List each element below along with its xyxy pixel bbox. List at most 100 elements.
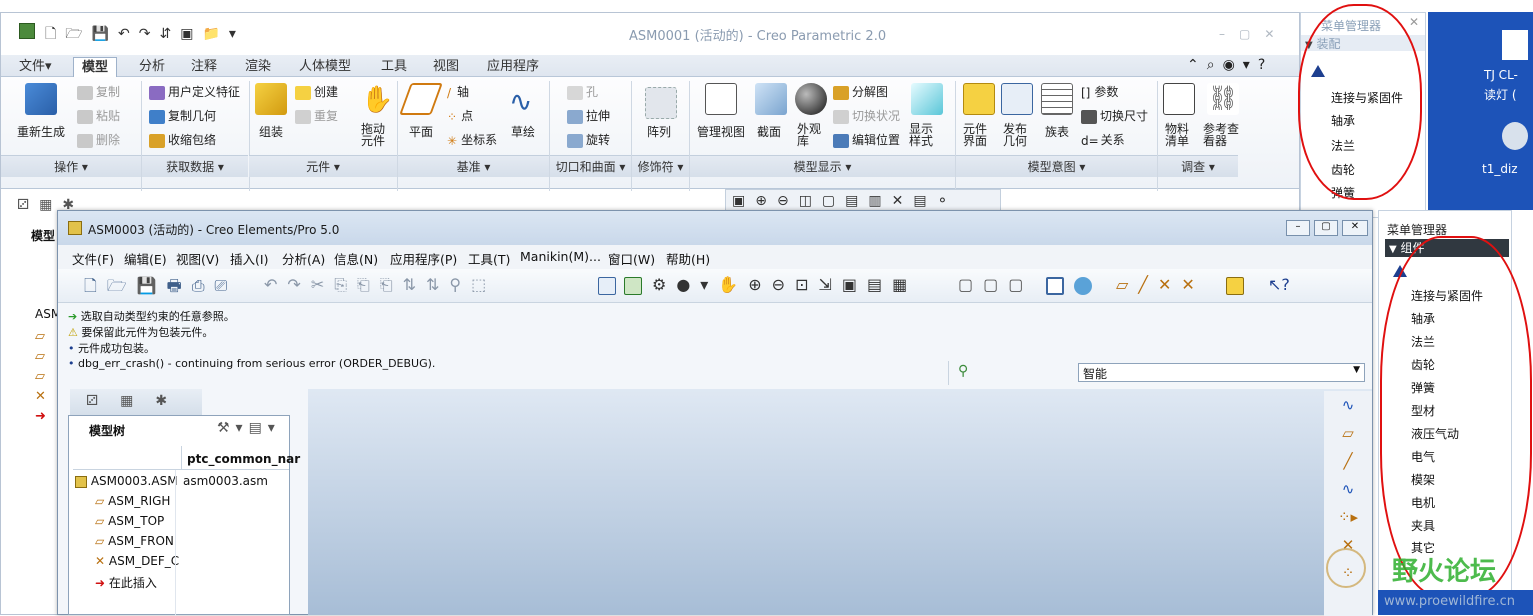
- close-icon[interactable]: ✕: [1409, 15, 1419, 29]
- drag-component-label[interactable]: 拖动元件: [361, 123, 389, 147]
- extrude-button[interactable]: 拉伸: [567, 107, 610, 124]
- component-interface-label[interactable]: 元件界面: [963, 123, 991, 147]
- group-modifiers[interactable]: 修饰符 ▾: [632, 155, 689, 177]
- graphics-area[interactable]: [308, 389, 1372, 615]
- repaint-icon[interactable]: [598, 277, 616, 295]
- point-button[interactable]: ⁘ 点: [447, 107, 473, 124]
- reference-viewer-icon[interactable]: ⛓: [1207, 83, 1239, 115]
- group-get-data[interactable]: 获取数据 ▾: [142, 155, 248, 177]
- publish-geometry-icon[interactable]: [1001, 83, 1033, 115]
- shading-icon[interactable]: [1046, 277, 1064, 295]
- menu-view[interactable]: 视图(V): [176, 249, 219, 268]
- tab-tools[interactable]: 工具: [373, 57, 415, 77]
- menu-window[interactable]: 窗口(W): [608, 249, 655, 268]
- selection-filter[interactable]: 智能 ▼: [1078, 363, 1365, 382]
- relations-button[interactable]: d= 关系: [1081, 131, 1125, 148]
- spin-center-icon[interactable]: [624, 277, 642, 295]
- paste-button[interactable]: 粘贴: [77, 107, 120, 124]
- help-icons[interactable]: ⌃⌕◉▾?: [1187, 57, 1273, 73]
- appearance-icon[interactable]: [795, 83, 827, 115]
- tree-row-insert-here[interactable]: ➜ 在此插入: [95, 574, 157, 591]
- assemble-label[interactable]: 组装: [259, 123, 283, 140]
- axis-button[interactable]: / 轴: [447, 83, 469, 100]
- tree-column-header[interactable]: ptc_common_nar: [187, 452, 300, 466]
- plane-icon[interactable]: [399, 83, 443, 115]
- tab-applications[interactable]: 应用程序: [479, 57, 547, 77]
- menu-analysis[interactable]: 分析(A): [282, 249, 325, 268]
- annotation-icon[interactable]: [1226, 277, 1244, 295]
- plane-label[interactable]: 平面: [409, 123, 433, 140]
- menu-info[interactable]: 信息(N): [334, 249, 378, 268]
- sketch-label[interactable]: 草绘: [511, 123, 535, 140]
- switch-dims-button[interactable]: 切换尺寸: [1081, 107, 1148, 124]
- desktop-label-2[interactable]: 读灯 (: [1484, 86, 1517, 103]
- edit-position-button[interactable]: 编辑位置: [833, 131, 900, 148]
- menu-tools[interactable]: 工具(T): [468, 249, 510, 268]
- tab-model[interactable]: 模型: [73, 57, 118, 77]
- reference-viewer-label[interactable]: 参考查看器: [1203, 123, 1241, 147]
- group-datum[interactable]: 基准 ▾: [398, 155, 549, 177]
- family-table-label[interactable]: 族表: [1045, 123, 1069, 140]
- menu-applications[interactable]: 应用程序(P): [390, 249, 457, 268]
- tree-row-root[interactable]: ASM0003.ASM: [75, 474, 178, 488]
- manage-views-label[interactable]: 管理视图: [697, 123, 745, 140]
- shrinkwrap-button[interactable]: 收缩包络: [149, 131, 216, 148]
- front-navigator-tabs[interactable]: ⚂▦✱: [70, 389, 202, 415]
- copy-geometry-button[interactable]: 复制几何: [149, 107, 216, 124]
- back-window-controls[interactable]: –▢✕: [1219, 27, 1288, 41]
- family-table-icon[interactable]: [1041, 83, 1073, 115]
- menu-insert[interactable]: 插入(I): [230, 249, 268, 268]
- tab-view[interactable]: 视图: [425, 57, 467, 77]
- group-operations[interactable]: 操作 ▾: [1, 155, 141, 177]
- tree-row[interactable]: ✕ ASM_DEF_C: [95, 554, 179, 568]
- sketch-icon[interactable]: ∿: [509, 85, 532, 118]
- group-component[interactable]: 元件 ▾: [249, 155, 397, 177]
- tab-analysis[interactable]: 分析: [131, 57, 173, 77]
- datum-display-tools[interactable]: ▱╱✕✕: [1116, 275, 1205, 294]
- display-style-icon[interactable]: [911, 83, 943, 115]
- file-tools[interactable]: 🗋🗁💾🖶⎙⎚: [84, 275, 237, 302]
- desktop-label-3[interactable]: t1_diz: [1482, 162, 1518, 176]
- user-feature-button[interactable]: 用户定义特征: [149, 83, 240, 100]
- tab-annotate[interactable]: 注释: [183, 57, 225, 77]
- revolve-button[interactable]: 旋转: [567, 131, 610, 148]
- regenerate-icon[interactable]: [25, 83, 57, 115]
- component-interface-icon[interactable]: [963, 83, 995, 115]
- section-icon[interactable]: [755, 83, 787, 115]
- bom-icon[interactable]: [1163, 83, 1195, 115]
- create-button[interactable]: 创建: [295, 83, 338, 100]
- hole-button[interactable]: 孔: [567, 83, 598, 100]
- minimize-button[interactable]: –: [1286, 220, 1310, 236]
- group-model-display[interactable]: 模型显示 ▾: [690, 155, 955, 177]
- drag-hand-icon[interactable]: ✋: [361, 85, 393, 115]
- pattern-icon[interactable]: [645, 87, 677, 119]
- desktop-app-icon[interactable]: [1502, 122, 1528, 150]
- view-tools[interactable]: ⚙●▾✋⊕⊖⊡⇲▣▤▦: [652, 275, 917, 294]
- csys-button[interactable]: ✳ 坐标系: [447, 131, 497, 148]
- display-style-label[interactable]: 显示样式: [909, 123, 943, 147]
- delete-button[interactable]: 删除: [77, 131, 120, 148]
- parameters-button[interactable]: [] 参数: [1081, 83, 1118, 100]
- group-model-intent[interactable]: 模型意图 ▾: [956, 155, 1157, 177]
- tree-row[interactable]: ▱ ASM_RIGH: [95, 494, 170, 508]
- pattern-label[interactable]: 阵列: [647, 123, 671, 140]
- bom-label[interactable]: 物料清单: [1165, 123, 1193, 147]
- regenerate-label[interactable]: 重新生成: [17, 123, 65, 140]
- desktop-file-icon[interactable]: [1502, 30, 1528, 60]
- copy-button[interactable]: 复制: [77, 83, 120, 100]
- toggle-status-button[interactable]: 切换状况: [833, 107, 900, 124]
- tree-row[interactable]: ▱ ASM_FRON: [95, 534, 174, 548]
- menu-help[interactable]: 帮助(H): [666, 249, 710, 268]
- explode-button[interactable]: 分解图: [833, 83, 888, 100]
- edit-tools[interactable]: ↶↷✂⎘⎗⎗⇅⇅⚲⬚: [264, 275, 496, 295]
- assemble-icon[interactable]: [255, 83, 287, 115]
- section-label[interactable]: 截面: [757, 123, 781, 140]
- publish-geometry-label[interactable]: 发布几何: [1003, 123, 1031, 147]
- group-cut-surface[interactable]: 切口和曲面 ▾: [550, 155, 631, 177]
- display-tools[interactable]: ▢▢▢: [958, 275, 1033, 294]
- quick-access-toolbar[interactable]: 🗋🗁💾↶↷⇵▣📁▾: [45, 23, 245, 47]
- tree-row[interactable]: ▱ ASM_TOP: [95, 514, 164, 528]
- repeat-button[interactable]: 重复: [295, 107, 338, 124]
- desktop-label-1[interactable]: TJ CL-: [1484, 68, 1518, 82]
- tree-settings-icons[interactable]: ⚒▾▤▾: [217, 420, 281, 436]
